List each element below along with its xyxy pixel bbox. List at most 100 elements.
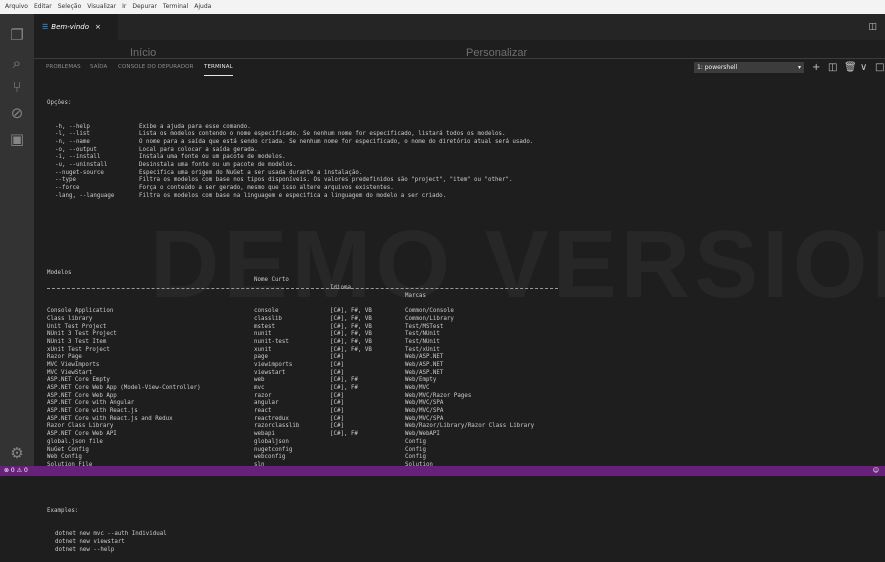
- option-description: O nome para a saída que está sendo criad…: [139, 138, 534, 145]
- maximize-panel-icon[interactable]: □: [875, 61, 884, 74]
- option-description: Local para colocar a saída gerada.: [139, 146, 258, 153]
- split-editor-icon[interactable]: ◫: [868, 22, 877, 32]
- template-language: [C#]: [330, 392, 344, 399]
- template-tags: Test/MSTest: [405, 323, 444, 330]
- split-terminal-icon[interactable]: ◫: [828, 61, 837, 74]
- template-short-name: nugetconfig: [254, 446, 293, 453]
- chevron-down-icon: ▾: [797, 64, 801, 71]
- template-language: [C#], F#, VB: [330, 346, 372, 353]
- template-name: global.json file: [47, 438, 103, 445]
- option-line: -o, --output Local para colocar a saída g…: [47, 147, 877, 155]
- template-short-name: angular: [254, 400, 279, 407]
- template-name: NUnit 3 Test Project: [47, 331, 117, 338]
- table-row: ASP.NET Core with React.js react [C#] Web/M…: [47, 408, 877, 416]
- template-short-name: mstest: [254, 323, 275, 330]
- template-language: [C#], F#: [330, 385, 358, 392]
- table-row: NUnit 3 Test Item nunit-test [C#], F#, VB T…: [47, 339, 877, 347]
- tab-output[interactable]: SAÍDA: [90, 59, 107, 76]
- table-row: ASP.NET Core Web App razor [C#] Web/MVC/Raz…: [47, 393, 877, 401]
- template-tags: Web/ASP.NET: [405, 361, 444, 368]
- option-flag: -l, --list: [55, 131, 90, 138]
- option-description: Desinstala uma fonte ou um pacote de mod…: [139, 161, 297, 168]
- template-short-name: console: [254, 308, 279, 315]
- menu-bar: Arquivo Editar Seleção Visualizar Ir Depurar T…: [0, 0, 885, 14]
- terminal-output[interactable]: Opções: -h, --help Exibe a ajuda para ess…: [47, 85, 877, 553]
- template-short-name: viewimports: [254, 361, 293, 368]
- template-short-name: globaljson: [254, 438, 289, 445]
- template-tags: Common/Console: [405, 308, 454, 315]
- tab-welcome[interactable]: ☰ Bem-vindo ×: [34, 14, 118, 40]
- extensions-icon[interactable]: ▣: [8, 130, 26, 148]
- option-description: Instala uma fonte ou um pacote de modelo…: [139, 154, 286, 161]
- option-description: Força o conteúdo a ser gerado, mesmo que…: [139, 185, 394, 191]
- template-language: [C#]: [330, 361, 344, 368]
- menu-item[interactable]: Ajuda: [191, 0, 214, 14]
- template-language: [C#], F#: [330, 377, 358, 384]
- tab-debug-console[interactable]: CONSOLE DO DEPURADOR: [118, 59, 194, 76]
- examples-header: Examples:: [47, 508, 79, 515]
- template-name: Razor Class Library: [47, 423, 114, 430]
- option-line: --force Força o conteúdo a ser gerado, me…: [47, 185, 877, 193]
- template-tags: Config: [405, 446, 426, 453]
- template-name: ASP.NET Core with React.js and Redux: [47, 415, 173, 422]
- menu-item[interactable]: Terminal: [160, 0, 191, 14]
- template-name: ASP.NET Core with Angular: [47, 400, 135, 407]
- table-row: ASP.NET Core Empty web [C#], F# Web/Empty: [47, 377, 877, 385]
- option-flag: --type: [55, 177, 76, 184]
- menu-item[interactable]: Seleção: [55, 0, 85, 14]
- table-header: Modelos Nome Curto Idioma Marcas: [47, 262, 877, 299]
- template-name: NuGet Config: [47, 446, 89, 453]
- tab-terminal[interactable]: TERMINAL: [204, 59, 233, 76]
- template-tags: Test/NUnit: [405, 331, 440, 338]
- template-short-name: react: [254, 408, 272, 415]
- status-bar: ⊗ 0 ⚠ 0 ☺: [0, 466, 885, 476]
- table-row: ASP.NET Core with React.js and Redux reac…: [47, 416, 877, 424]
- template-tags: Web/Razor/Library/Razor Class Library: [405, 423, 535, 430]
- option-line: -n, --name O nome para a saída que está s…: [47, 139, 877, 147]
- template-language: [C#]: [330, 400, 344, 407]
- settings-gear-icon[interactable]: ⚙: [8, 444, 26, 462]
- vscode-icon: ☰: [42, 23, 49, 31]
- menu-item[interactable]: Depurar: [129, 0, 160, 14]
- menu-item[interactable]: Visualizar: [84, 0, 119, 14]
- template-language: [C#], F#, VB: [330, 315, 372, 322]
- template-language: [C#]: [330, 369, 344, 376]
- tab-problems[interactable]: PROBLEMAS: [46, 59, 81, 76]
- template-language: [C#], F#, VB: [330, 331, 372, 338]
- template-short-name: nunit-test: [254, 338, 289, 345]
- col-header-templates: Modelos: [47, 269, 72, 276]
- template-name: ASP.NET Core Empty: [47, 377, 110, 384]
- example-command: dotnet new viewstart: [55, 538, 125, 545]
- debug-icon[interactable]: ⊘: [8, 104, 26, 122]
- search-icon[interactable]: ⌕: [8, 54, 26, 72]
- template-language: [C#], F#, VB: [330, 323, 372, 330]
- terminal-select[interactable]: 1: powershell ▾: [694, 62, 804, 73]
- trash-icon[interactable]: 🗑: [844, 61, 857, 74]
- source-control-icon[interactable]: ⑂: [8, 78, 26, 96]
- template-tags: Test/xUnit: [405, 346, 440, 353]
- explorer-icon[interactable]: ❐: [8, 26, 26, 44]
- option-flag: -n, --name: [55, 138, 90, 145]
- menu-item[interactable]: Ir: [119, 0, 129, 14]
- template-name: ASP.NET Core Web App: [47, 392, 117, 399]
- option-flag: --force: [55, 185, 80, 191]
- template-name: Console Application: [47, 308, 114, 315]
- smiley-feedback-icon[interactable]: ☺: [873, 466, 879, 476]
- option-line: -l, --list Lista os modelos contendo o no…: [47, 131, 877, 139]
- template-name: ASP.NET Core Web App (Model-View-Control…: [47, 385, 201, 392]
- new-terminal-icon[interactable]: +: [812, 61, 820, 74]
- status-problems[interactable]: ⊗ 0 ⚠ 0: [4, 466, 28, 476]
- option-flag: -i, --install: [55, 154, 101, 161]
- close-icon[interactable]: ×: [95, 23, 101, 31]
- template-short-name: nunit: [254, 331, 272, 338]
- editor-tabs-bar: ☰ Bem-vindo × ◫: [34, 14, 885, 40]
- template-name: MVC ViewStart: [47, 369, 93, 376]
- menu-item[interactable]: Arquivo: [2, 0, 31, 14]
- chevron-up-icon[interactable]: ∨: [860, 61, 867, 74]
- template-name: xUnit Test Project: [47, 346, 110, 353]
- menu-item[interactable]: Editar: [31, 0, 55, 14]
- table-row: Unit Test Project mstest [C#], F#, VB Test/…: [47, 324, 877, 332]
- options-header: Opções:: [47, 100, 72, 107]
- template-name: Web Config: [47, 454, 82, 461]
- template-short-name: classlib: [254, 315, 282, 322]
